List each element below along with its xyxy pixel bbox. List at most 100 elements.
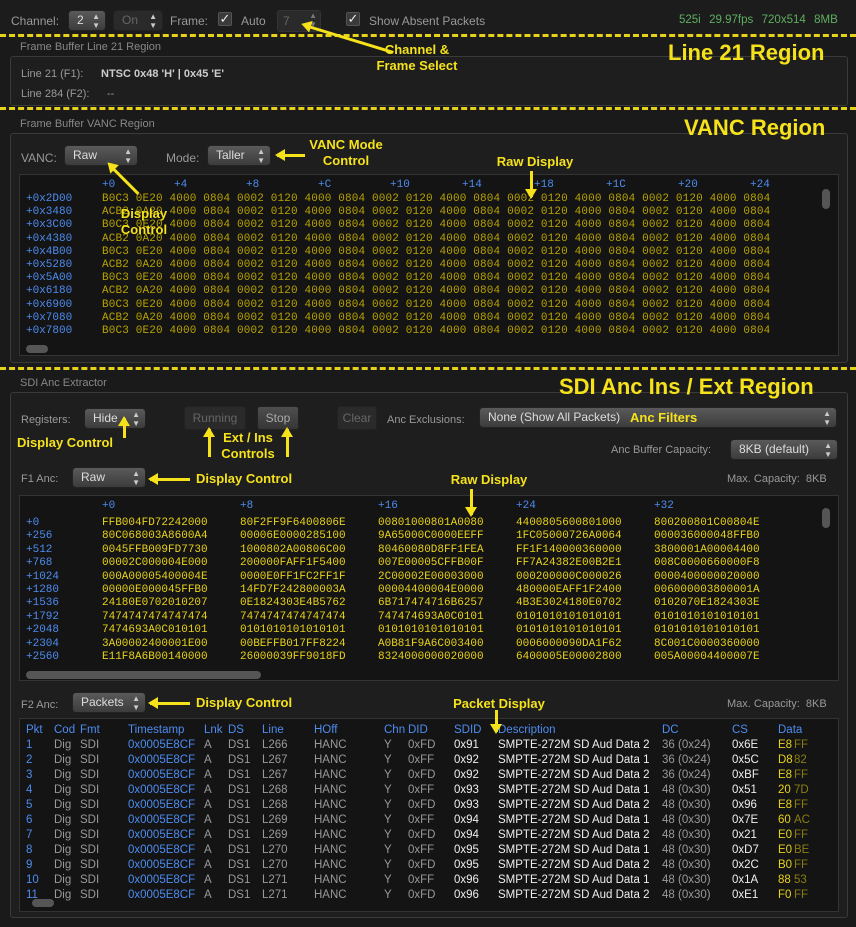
packet-header-hoff[interactable]: HOff	[314, 723, 337, 738]
channel-select[interactable]: 2 ▲ ▼	[68, 10, 106, 31]
f1-cell: 00004400004E0000	[378, 584, 484, 596]
packet-row[interactable]: 6 Dig SDI 0x0005E8CF A DS1 L269 HANC Y 0xFF 0x94 SM…	[20, 813, 838, 828]
vanc-select[interactable]: Raw ▲ ▼	[64, 145, 138, 166]
f2-anc-select[interactable]: Packets ▲ ▼	[72, 692, 146, 713]
f1-cell: 00801000801A0080	[378, 517, 484, 529]
packet-cell: A	[204, 769, 212, 781]
packet-cell: L267	[262, 754, 288, 766]
vertical-scrollbar[interactable]	[822, 508, 830, 528]
packet-cell: Y	[384, 859, 392, 871]
packet-cell: 5	[26, 799, 33, 811]
packet-header-data[interactable]: Data	[778, 723, 802, 738]
vanc-row-offset: +0x7800	[26, 325, 73, 337]
auto-label: Auto	[241, 14, 266, 28]
packet-cell: Y	[384, 874, 392, 886]
packet-header-cs[interactable]: CS	[732, 723, 748, 738]
vanc-region-annotation: VANC Region	[684, 115, 826, 140]
packet-cell: HANC	[314, 844, 347, 856]
packet-cell: F0	[778, 889, 792, 901]
mode-select[interactable]: Taller ▲ ▼	[207, 145, 271, 166]
packet-cell: 36 (0x24)	[662, 739, 711, 751]
packet-header-ds[interactable]: DS	[228, 723, 244, 738]
f1-cell: 007E00005CFFB00F	[378, 557, 484, 570]
packet-header-did[interactable]: DID	[408, 723, 428, 738]
vanc-row-data: ACB2 0A20 4000 0804 0002 0120 4000 0804 …	[102, 259, 771, 271]
packet-cell: HANC	[314, 799, 347, 811]
f1-max-capacity: Max. Capacity: 8KB	[727, 473, 827, 485]
on-select[interactable]: On ▲ ▼	[113, 10, 163, 31]
packet-cell: 0x96	[454, 889, 479, 901]
clear-button[interactable]: Clear	[337, 406, 377, 430]
horizontal-scrollbar[interactable]	[32, 899, 54, 907]
f1-cell: 000036000048FFB0	[654, 530, 760, 543]
anc-capacity-select[interactable]: 8KB (default) ▲ ▼	[730, 439, 838, 460]
f2-packet-table[interactable]: Pkt Cod Fmt Timestamp Lnk DS Line HOff Chn DID SDI…	[19, 718, 839, 912]
f1-cell: 4400805600801000	[516, 517, 622, 529]
packet-header-fmt[interactable]: Fmt	[80, 723, 100, 738]
f1-cell: 1000802A00806C00	[240, 543, 346, 556]
packet-cell: 1	[26, 739, 33, 751]
ext-ins-annotation: Ext / Ins Controls	[221, 430, 275, 461]
packet-header-pkt[interactable]: Pkt	[26, 723, 43, 738]
packet-row[interactable]: 2 Dig SDI 0x0005E8CF A DS1 L267 HANC Y 0xFF 0x92 SM…	[20, 753, 838, 768]
packet-cell: SDI	[80, 784, 100, 796]
sdi-panel: Registers: Hide ▲ ▼ Running Stop Clear Anc…	[10, 392, 848, 918]
display-control-f2-arrow	[148, 697, 190, 709]
packet-header-desc[interactable]: Description	[498, 723, 556, 738]
packet-header-sdid[interactable]: SDID	[454, 723, 481, 738]
packet-row[interactable]: 10 Dig SDI 0x0005E8CF A DS1 L271 HANC Y 0xFF 0x96 S…	[20, 873, 838, 888]
f1-cell: 4B3E3024180E0702	[516, 597, 622, 610]
packet-cell: 48 (0x30)	[662, 829, 711, 841]
vanc-raw-grid[interactable]: +0 +4 +8 +C +10 +14 +18 +1C +20 +24 +0x2D00 B0C3 0…	[19, 174, 839, 356]
packet-cell: L268	[262, 799, 288, 811]
auto-checkbox[interactable]: ✓	[218, 12, 232, 26]
packet-cell: Dig	[54, 889, 72, 901]
packet-cell: AC	[794, 814, 810, 826]
display-control-vanc-annotation: Display Control	[120, 206, 168, 237]
f1-cell: 005A00004400007E	[654, 651, 760, 663]
packet-cell: A	[204, 844, 212, 856]
packet-row[interactable]: 11 Dig SDI 0x0005E8CF A DS1 L271 HANC Y 0xFD 0x96 S…	[20, 888, 838, 903]
line21-f1-label: Line 21 (F1):	[21, 68, 84, 80]
f1-row-offset: +2560	[26, 651, 60, 663]
packet-row[interactable]: 7 Dig SDI 0x0005E8CF A DS1 L269 HANC Y 0xFD 0x94 SM…	[20, 828, 838, 843]
packet-header-ts[interactable]: Timestamp	[128, 723, 184, 738]
packet-cell: 0xE1	[732, 889, 759, 901]
packet-header-lnk[interactable]: Lnk	[204, 723, 223, 738]
packet-cell: 20	[778, 784, 791, 796]
packet-cell: HANC	[314, 829, 347, 841]
f1-anc-select[interactable]: Raw ▲ ▼	[72, 467, 146, 488]
packet-row[interactable]: 4 Dig SDI 0x0005E8CF A DS1 L268 HANC Y 0xFF 0x93 SM…	[20, 783, 838, 798]
packet-cell: FF	[794, 829, 809, 841]
horizontal-scrollbar[interactable]	[26, 671, 261, 679]
packet-header-chn[interactable]: Chn	[384, 723, 405, 738]
packet-row[interactable]: 8 Dig SDI 0x0005E8CF A DS1 L270 HANC Y 0xFF 0x95 SM…	[20, 843, 838, 858]
packet-cell: A	[204, 829, 212, 841]
packet-row[interactable]: 3 Dig SDI 0x0005E8CF A DS1 L267 HANC Y 0xFD 0x92 SM…	[20, 768, 838, 783]
f1-row-offset: +1792	[26, 610, 60, 623]
f1-cell: E11F8A6B00140000	[102, 651, 208, 663]
packet-cell: 6	[26, 814, 33, 826]
vanc-row-offset: +0x4B00	[26, 245, 73, 258]
f1-cell: 0101010101010101	[654, 624, 760, 637]
vanc-row-offset: +0x5A00	[26, 272, 73, 285]
running-button[interactable]: Running	[184, 406, 246, 430]
f1-cell: 000200000C000026	[516, 570, 622, 583]
packet-row[interactable]: 5 Dig SDI 0x0005E8CF A DS1 L268 HANC Y 0xFD 0x93 SM…	[20, 798, 838, 813]
registers-select[interactable]: Hide ▲ ▼	[84, 408, 146, 429]
packet-cell: 9	[26, 859, 33, 871]
show-absent-checkbox[interactable]: ✓	[346, 12, 360, 26]
packet-cell: SDI	[80, 769, 100, 781]
horizontal-scrollbar[interactable]	[26, 345, 48, 353]
packet-row[interactable]: 1 Dig SDI 0x0005E8CF A DS1 L266 HANC Y 0xFD 0x91 SM…	[20, 738, 838, 753]
packet-cell: SDI	[80, 859, 100, 871]
packet-row[interactable]: 9 Dig SDI 0x0005E8CF A DS1 L270 HANC Y 0xFD 0x95 SM…	[20, 858, 838, 873]
f1-raw-grid[interactable]: +0 +8 +16 +24 +32 +0 FFB004FD72242000 80F2FF9F…	[19, 495, 839, 681]
packet-cell: D8	[778, 754, 793, 766]
f2-max-capacity: Max. Capacity: 8KB	[727, 698, 827, 710]
vertical-scrollbar[interactable]	[822, 189, 830, 209]
packet-cell: A	[204, 739, 212, 751]
packet-header-dc[interactable]: DC	[662, 723, 679, 738]
packet-header-line[interactable]: Line	[262, 723, 284, 738]
packet-header-cod[interactable]: Cod	[54, 723, 75, 738]
